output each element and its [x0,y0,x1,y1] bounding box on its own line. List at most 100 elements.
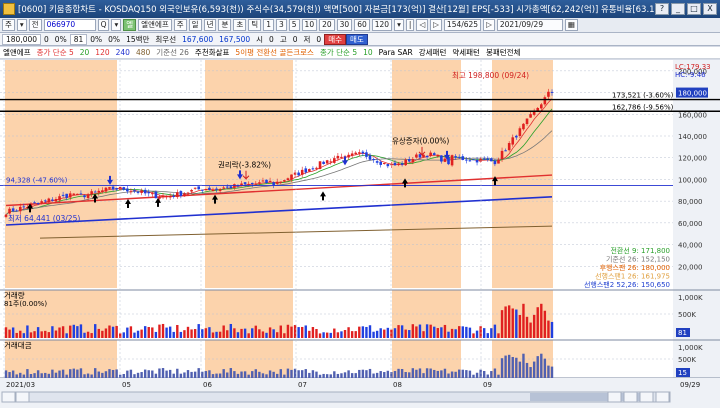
toolbar-item[interactable]: 전 [28,19,42,31]
candle-body [183,193,186,197]
volume-bar [433,326,436,338]
sell-button[interactable]: 매도 [346,33,368,45]
indicator-label[interactable]: 엘앤에프 [3,47,31,58]
candle-body [518,128,522,136]
toolbar-item[interactable]: 60 [354,19,370,31]
volume-badge-label: 81 [678,329,687,337]
toolbar-item[interactable]: 154/625 [443,19,482,31]
candle-body [507,143,511,151]
amount-bar [525,362,529,378]
candlestick-chart[interactable]: 200,000180,000160,000140,000120,000100,0… [0,60,720,408]
toolbar-item[interactable]: 10 [301,19,318,31]
buy-button[interactable]: 매수 [324,33,347,45]
indicator-label[interactable]: 5이평 전환선 골든크로스 [235,47,314,58]
volume-bar [472,333,475,338]
toolbar-item[interactable]: 20 [319,19,335,31]
toolbar-item[interactable]: 1 [263,19,274,31]
volume-bar [168,326,172,338]
toolbar-item[interactable]: 초 [233,19,247,31]
maximize-button[interactable]: □ [687,3,701,15]
amount-bar [272,371,275,378]
indicator-label[interactable]: 240 [116,48,130,57]
candle-body [190,189,193,192]
toolbar-item[interactable]: Q [97,19,110,31]
toolbar-item[interactable]: ▦ [564,19,578,31]
amount-bar [276,373,279,378]
title-bar: [0600] 키움종합차트 - KOSDAQ150 외국인보유(6,593(천)… [0,0,720,18]
candle-body [432,153,436,156]
toolbar-item[interactable]: ◁ [416,19,429,31]
indicator-label[interactable]: 10 [363,48,373,57]
volume-bar [511,308,514,338]
toolbar-item[interactable]: | [405,19,415,31]
indicator-label[interactable]: 약세패턴 [452,47,480,58]
toolbar-item[interactable]: 30 [336,19,353,31]
chart-area[interactable]: 200,000180,000160,000140,000120,000100,0… [0,60,720,408]
toolbar-item[interactable]: 엘앤에프 [138,19,172,31]
volume-bar [76,326,79,338]
candle-body [486,158,490,160]
volume-bar [311,327,315,338]
candle-body [308,169,311,172]
toolbar-item[interactable]: 일 [188,19,202,31]
indicator-label[interactable]: 봉패턴전체 [486,47,521,58]
toolbar-item[interactable]: 분 [218,19,232,31]
toolbar-item[interactable]: ▾ [394,19,404,31]
volume-bar [265,332,268,338]
candle-body [454,156,457,158]
candle-body [111,186,115,190]
amount-bar [222,369,225,378]
candle-body [47,198,51,203]
quote-field: 시 [256,34,264,44]
candle-body [354,152,358,155]
amount-bar [368,368,372,378]
candle-body [261,180,265,182]
help-button[interactable]: ? [655,3,669,15]
volume-bar [536,307,539,338]
toolbar-item[interactable]: ▷ [483,19,495,31]
x-axis-current-date: 09/29 [680,381,700,389]
toolbar-item[interactable]: 066970 [43,19,96,31]
indicator-label[interactable]: 강세패턴 [419,47,447,58]
toolbar-item[interactable]: 2021/09/29 [496,19,563,31]
candle-body [333,158,336,163]
toolbar-item[interactable]: ▾ [111,19,122,31]
volume-bar [372,331,375,338]
candle-body [372,158,375,161]
close-button[interactable]: X [703,3,717,15]
indicator-label[interactable]: 480 [136,48,150,57]
toolbar-item[interactable]: 3 [275,19,287,31]
candle-body [265,179,268,184]
amount-bar [500,358,504,378]
indicator-label[interactable]: 기준선 26 [156,47,189,58]
volume-bar [379,328,382,338]
candle-body [76,193,79,195]
indicator-label[interactable]: 120 [95,48,109,57]
amount-bar [440,370,443,378]
indicator-label[interactable]: 종가 단순 5 [37,47,74,58]
amount-bar [422,373,425,378]
indicator-label[interactable]: 20 [80,48,90,57]
amount-bar [268,370,272,378]
toolbar-item[interactable]: 주 [2,19,15,31]
toolbar-item[interactable]: 년 [203,19,217,31]
indicator-label[interactable]: 종가 단순 5 [320,47,357,58]
amount-bar [101,372,104,378]
indicator-label[interactable]: Para SAR [379,48,413,57]
amount-bar [211,374,215,378]
indicator-label[interactable]: 주천화살표 [195,47,230,58]
toolbar-item[interactable]: 틱 [248,19,262,31]
candle-body [136,191,140,193]
quote-field: 0 [292,34,298,44]
candle-body [97,190,101,193]
volume-bar [304,325,307,338]
toolbar-item[interactable]: 주 [173,19,187,31]
toolbar-item[interactable]: 5 [288,19,300,31]
toolbar-item[interactable]: 120 [371,19,393,31]
toolbar-item[interactable]: 엘 [123,19,137,31]
amount-bar [340,373,343,378]
minimize-button[interactable]: _ [671,3,685,15]
toolbar-item[interactable]: ▷ [430,19,442,31]
candle-body [300,169,304,175]
toolbar-item[interactable]: ▾ [16,19,27,31]
